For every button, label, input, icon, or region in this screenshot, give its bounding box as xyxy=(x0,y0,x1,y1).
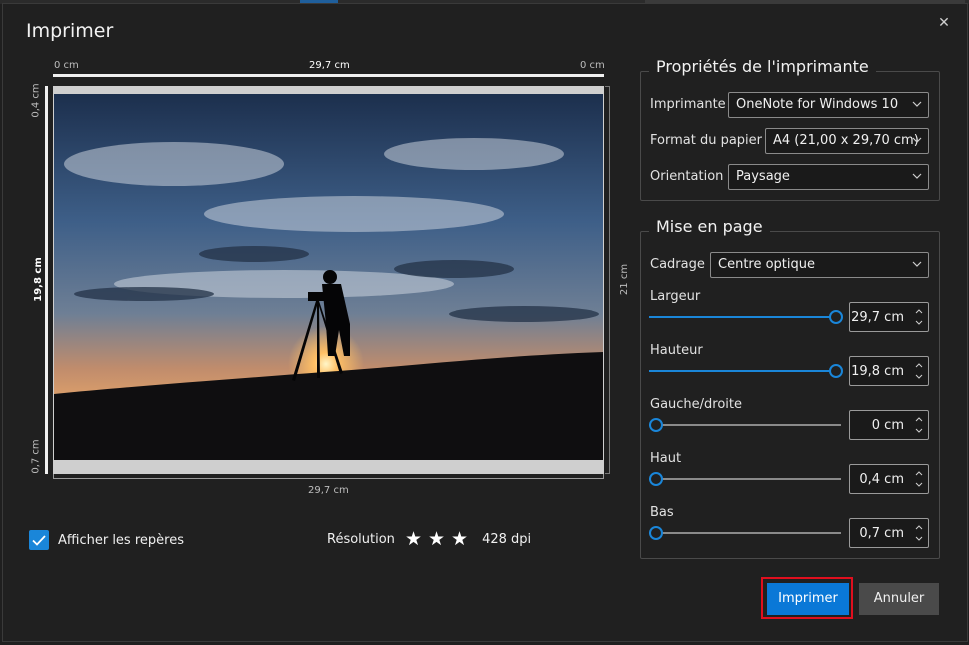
show-guides-label: Afficher les repères xyxy=(58,532,184,548)
width-value: 29,7 cm xyxy=(851,310,904,325)
ruler-right xyxy=(605,86,610,474)
star-icon: ★ xyxy=(404,528,422,550)
show-guides-option[interactable]: Afficher les repères xyxy=(29,530,184,550)
layout-legend: Mise en page xyxy=(649,217,770,236)
paper-format-label: Format du papier xyxy=(650,133,762,148)
printer-label: Imprimante xyxy=(650,97,726,112)
ruler-left-center-label: 19,8 cm xyxy=(32,257,44,302)
ruler-left-top-label: 0,4 cm xyxy=(30,83,42,118)
bottom-stepper[interactable]: 0,7 cm xyxy=(849,518,929,548)
leftright-stepper[interactable]: 0 cm xyxy=(849,410,929,440)
show-guides-checkbox[interactable] xyxy=(29,530,49,550)
dialog-title: Imprimer xyxy=(26,20,114,42)
bottom-label: Bas xyxy=(650,505,674,520)
height-slider[interactable] xyxy=(649,364,843,378)
printer-value: OneNote for Windows 10 xyxy=(736,97,899,112)
resolution-stars: ★ ★ ★ xyxy=(405,530,468,549)
orientation-select[interactable]: Paysage xyxy=(728,164,929,190)
chevron-down-icon[interactable] xyxy=(912,317,926,329)
width-stepper[interactable]: 29,7 cm xyxy=(849,302,929,332)
ruler-top xyxy=(53,74,604,77)
chevron-up-icon[interactable] xyxy=(912,359,926,371)
orientation-value: Paysage xyxy=(736,169,790,184)
leftright-slider[interactable] xyxy=(649,418,841,432)
ruler-bottom-label: 29,7 cm xyxy=(308,485,349,496)
cancel-button[interactable]: Annuler xyxy=(859,583,939,615)
orientation-label: Orientation xyxy=(650,169,724,184)
star-icon: ★ xyxy=(427,528,446,550)
printer-properties-legend: Propriétés de l'imprimante xyxy=(649,57,876,76)
height-label: Hauteur xyxy=(650,343,703,358)
leftright-value: 0 cm xyxy=(871,418,904,433)
checkmark-icon xyxy=(32,534,46,546)
print-button[interactable]: Imprimer xyxy=(767,583,849,615)
ruler-top-right-label: 0 cm xyxy=(580,60,605,71)
ruler-right-label: 21 cm xyxy=(619,263,631,296)
layout-group: Mise en page xyxy=(640,217,940,559)
ruler-left-bottom-label: 0,7 cm xyxy=(30,439,42,474)
chevron-down-icon[interactable] xyxy=(912,533,926,545)
top-slider[interactable] xyxy=(649,472,841,486)
bottom-value: 0,7 cm xyxy=(859,526,904,541)
chevron-down-icon[interactable] xyxy=(912,479,926,491)
chevron-down-icon[interactable] xyxy=(912,371,926,383)
ruler-left xyxy=(45,86,48,474)
paper-preview xyxy=(53,86,604,474)
width-label: Largeur xyxy=(650,289,701,304)
top-value: 0,4 cm xyxy=(859,472,904,487)
printer-select[interactable]: OneNote for Windows 10 xyxy=(728,92,929,118)
ruler-top-left-label: 0 cm xyxy=(54,60,79,71)
chevron-down-icon xyxy=(912,173,922,179)
chevron-up-icon[interactable] xyxy=(912,467,926,479)
chevron-up-icon[interactable] xyxy=(912,305,926,317)
paper-format-value: A4 (21,00 x 29,70 cm) xyxy=(773,133,919,148)
ruler-bottom xyxy=(53,474,604,479)
crop-select[interactable]: Centre optique xyxy=(710,252,929,278)
bottom-slider[interactable] xyxy=(649,526,841,540)
chevron-up-icon[interactable] xyxy=(912,521,926,533)
photo-preview xyxy=(54,94,603,460)
resolution-value: 428 dpi xyxy=(482,532,532,547)
height-stepper[interactable]: 19,8 cm xyxy=(849,356,929,386)
top-label: Haut xyxy=(650,451,682,466)
chevron-down-icon xyxy=(912,137,922,143)
chevron-down-icon xyxy=(912,261,922,267)
star-icon: ★ xyxy=(451,528,469,550)
resolution-label: Résolution xyxy=(327,532,395,547)
height-value: 19,8 cm xyxy=(851,364,904,379)
resolution-info: Résolution ★ ★ ★ 428 dpi xyxy=(327,530,531,549)
close-icon[interactable]: ✕ xyxy=(932,11,956,35)
ruler-top-center-label: 29,7 cm xyxy=(309,60,350,71)
chevron-down-icon xyxy=(912,101,922,107)
chevron-down-icon[interactable] xyxy=(912,425,926,437)
width-slider[interactable] xyxy=(649,310,843,324)
crop-value: Centre optique xyxy=(718,257,816,272)
crop-label: Cadrage xyxy=(650,257,705,272)
top-stepper[interactable]: 0,4 cm xyxy=(849,464,929,494)
paper-format-select[interactable]: A4 (21,00 x 29,70 cm) xyxy=(765,128,929,154)
chevron-up-icon[interactable] xyxy=(912,413,926,425)
leftright-label: Gauche/droite xyxy=(650,397,743,412)
